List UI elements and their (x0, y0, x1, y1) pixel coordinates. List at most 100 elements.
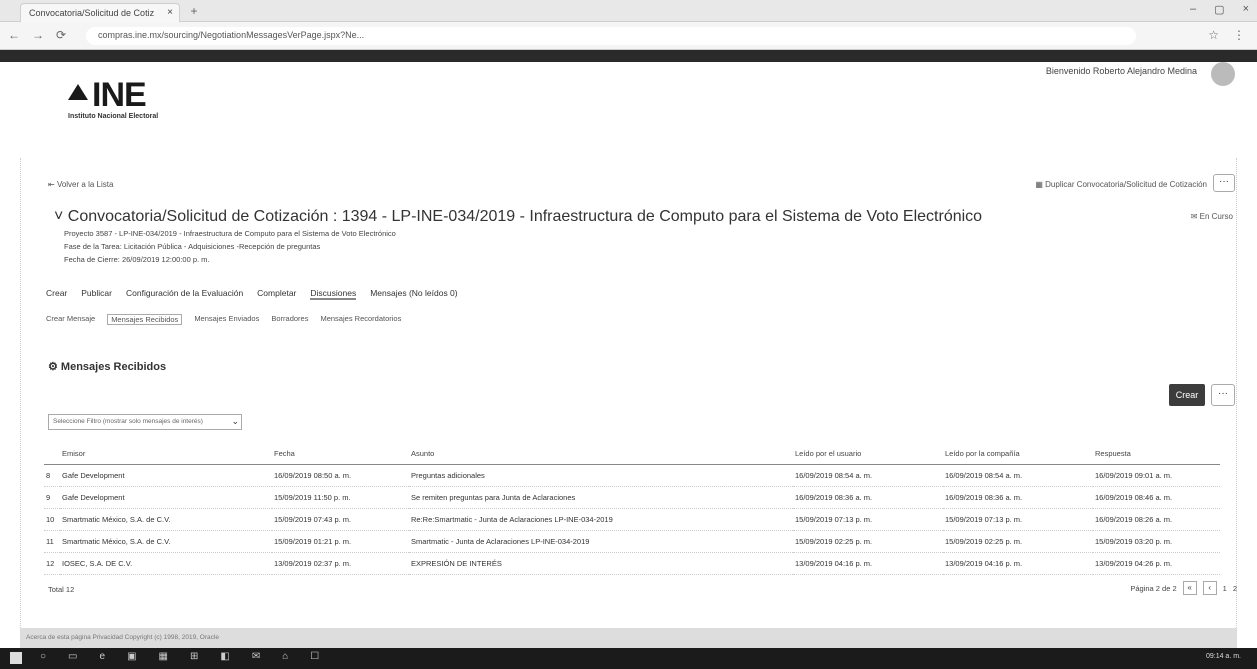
more-actions-button[interactable]: ··· (1213, 174, 1235, 192)
mail-icon[interactable]: ✉ (252, 651, 260, 662)
subtab-crear-mensaje[interactable]: Crear Mensaje (46, 314, 95, 325)
tab-crear[interactable]: Crear (46, 288, 67, 300)
row-leido-compania: 15/09/2019 02:25 p. m. (943, 530, 1093, 553)
table-row[interactable]: 9 Gafe Development 15/09/2019 11:50 p. m… (44, 486, 1220, 509)
subtab-borradores[interactable]: Borradores (271, 314, 308, 325)
row-asunto-link[interactable]: Re:Re:Smartmatic - Junta de Aclaraciones… (409, 508, 793, 531)
tab-publicar[interactable]: Publicar (81, 288, 112, 300)
os-taskbar: ○ ▭ e ▣ ▦ ⊞ ◧ ✉ ⌂ ☐ 09:14 a. m. (0, 648, 1257, 669)
phase-info: Fase de la Tarea: Licitación Pública - A… (64, 242, 321, 251)
duplicate-button[interactable]: ▦ Duplicar Convocatoria/Solicitud de Cot… (1035, 180, 1207, 189)
row-number: 11 (44, 530, 60, 553)
word-icon[interactable]: ◧ (220, 651, 229, 662)
section-title-text: Mensajes Recibidos (60, 361, 167, 373)
subtab-mensajes-recibidos[interactable]: Mensajes Recibidos (107, 314, 183, 325)
message-filter-select[interactable]: Seleccione Filtro (mostrar solo mensajes… (48, 414, 242, 430)
store-icon[interactable]: ▣ (127, 651, 136, 662)
back-to-list-link[interactable]: ⇤ Volver a la Lista (48, 180, 113, 189)
window-icon[interactable]: ☐ (310, 651, 319, 662)
row-leido-compania: 16/09/2019 08:54 a. m. (943, 464, 1093, 487)
row-asunto-link[interactable]: Smartmatic - Junta de Aclaraciones LP-IN… (409, 530, 793, 553)
create-message-button[interactable]: Crear (1169, 384, 1205, 406)
row-emisor: Smartmatic México, S.A. de C.V. (60, 508, 272, 531)
col-emisor-header[interactable]: Emisor (60, 444, 272, 465)
close-tab-icon[interactable]: × (167, 7, 173, 18)
table-row[interactable]: 11 Smartmatic México, S.A. de C.V. 15/09… (44, 530, 1220, 553)
row-number: 8 (44, 464, 60, 487)
sub-tabs: Crear Mensaje Mensajes Recibidos Mensaje… (46, 314, 401, 325)
first-page-icon[interactable]: « (1182, 581, 1197, 595)
subtab-mensajes-enviados[interactable]: Mensajes Enviados (194, 314, 259, 325)
row-leido-compania: 15/09/2019 07:13 p. m. (943, 508, 1093, 531)
filter-text: Seleccione Filtro (mostrar solo mensajes… (53, 418, 203, 425)
close-window-icon[interactable]: × (1243, 3, 1249, 16)
create-more-button[interactable]: ··· (1211, 384, 1235, 406)
tab-mensajes[interactable]: Mensajes (No leídos 0) (370, 288, 457, 300)
page-link-2[interactable]: 2 (1233, 584, 1237, 593)
tab-configuracion[interactable]: Configuración de la Evaluación (126, 288, 243, 300)
page-title-text: Convocatoria/Solicitud de Cotización : 1… (67, 208, 983, 225)
tab-completar[interactable]: Completar (257, 288, 296, 300)
task-view-icon[interactable]: ▭ (68, 651, 77, 662)
new-tab-icon[interactable]: + (186, 5, 202, 19)
row-fecha: 15/09/2019 01:21 p. m. (272, 530, 409, 553)
prev-page-icon[interactable]: ‹ (1202, 581, 1217, 595)
bookmark-star-icon[interactable]: ☆ (1208, 28, 1219, 42)
forward-arrow-icon[interactable]: → (32, 28, 44, 42)
subtab-recordatorios[interactable]: Mensajes Recordatorios (320, 314, 401, 325)
browser-menu-icon[interactable]: ⋮ (1233, 28, 1245, 42)
row-emisor: IOSEC, S.A. DE C.V. (60, 552, 272, 575)
col-leido-usuario-header[interactable]: Leído por el usuario (793, 444, 943, 465)
row-asunto-link[interactable]: EXPRESIÓN DE INTERÉS (409, 552, 793, 575)
row-asunto-link[interactable]: Se remiten preguntas para Junta de Aclar… (409, 486, 793, 509)
col-leido-compania-header[interactable]: Leído por la compañía (943, 444, 1093, 465)
tab-discusiones[interactable]: Discusiones (310, 288, 357, 300)
table-row[interactable]: 12 IOSEC, S.A. DE C.V. 13/09/2019 02:37 … (44, 552, 1220, 575)
row-emisor: Gafe Development (60, 464, 272, 487)
row-leido-usuario: 15/09/2019 02:25 p. m. (793, 530, 943, 553)
page-title: ˅ Convocatoria/Solicitud de Cotización :… (54, 208, 983, 225)
reload-icon[interactable]: ⟳ (56, 28, 66, 42)
col-respuesta-header[interactable]: Respuesta (1093, 444, 1220, 465)
close-date-info: Fecha de Cierre: 26/09/2019 12:00:00 p. … (64, 255, 210, 264)
edge-icon[interactable]: e (100, 651, 106, 662)
col-asunto-header[interactable]: Asunto (409, 444, 793, 465)
home-icon[interactable]: ⌂ (282, 651, 288, 662)
minimize-icon[interactable]: – (1190, 3, 1196, 16)
apps-icon[interactable]: ⊞ (190, 651, 198, 662)
row-fecha: 15/09/2019 11:50 p. m. (272, 486, 409, 509)
excel-icon[interactable]: ▦ (159, 651, 168, 662)
address-icons: ☆ ⋮ (1208, 28, 1245, 42)
logo-text: INE (92, 76, 147, 114)
project-info: Proyecto 3587 - LP-INE-034/2019 - Infrae… (64, 229, 396, 238)
address-bar: ← → ⟳ compras.ine.mx/sourcing/Negotiatio… (0, 22, 1257, 50)
welcome-text[interactable]: Bienvenido Roberto Alejandro Medina (1046, 66, 1197, 76)
taskbar-clock[interactable]: 09:14 a. m. (1206, 653, 1241, 660)
row-number: 10 (44, 508, 60, 531)
url-field[interactable]: compras.ine.mx/sourcing/NegotiationMessa… (86, 27, 1136, 45)
row-respuesta: 16/09/2019 08:26 a. m. (1093, 508, 1220, 531)
status-badge: ✉ En Curso (1190, 212, 1233, 221)
status-text: En Curso (1199, 212, 1233, 221)
search-icon[interactable]: ○ (40, 651, 46, 662)
col-number-header (44, 444, 60, 465)
table-row[interactable]: 8 Gafe Development 16/09/2019 08:50 a. m… (44, 464, 1220, 487)
row-emisor: Gafe Development (60, 486, 272, 509)
ine-logo[interactable]: INE Instituto Nacional Electoral (68, 78, 158, 120)
page-label: Página 2 de 2 (1130, 583, 1177, 593)
page-link-1[interactable]: 1 (1223, 584, 1227, 593)
row-fecha: 13/09/2019 02:37 p. m. (272, 552, 409, 575)
windows-start-icon[interactable] (10, 652, 22, 664)
main-tabs: Crear Publicar Configuración de la Evalu… (46, 288, 458, 300)
col-fecha-header[interactable]: Fecha (272, 444, 409, 465)
browser-tab[interactable]: Convocatoria/Solicitud de Cotiz × (20, 3, 180, 22)
table-row[interactable]: 10 Smartmatic México, S.A. de C.V. 15/09… (44, 508, 1220, 531)
row-asunto-link[interactable]: Preguntas adicionales (409, 464, 793, 487)
avatar[interactable] (1211, 62, 1235, 86)
row-leido-compania: 16/09/2019 08:36 a. m. (943, 486, 1093, 509)
browser-tabbar: Convocatoria/Solicitud de Cotiz × + – ▢ … (0, 0, 1257, 22)
maximize-icon[interactable]: ▢ (1214, 3, 1224, 16)
pagination: Página 2 de 2 « ‹ 1 2 (1130, 581, 1237, 595)
back-arrow-icon[interactable]: ← (8, 28, 20, 42)
chevron-down-icon: ⌄ (231, 416, 239, 426)
